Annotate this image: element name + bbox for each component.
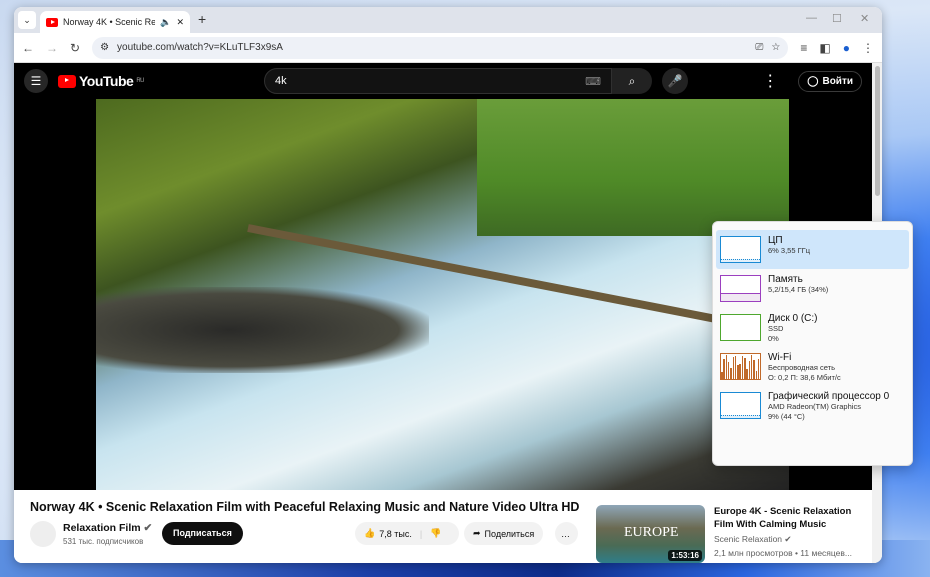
perf-detail: SSD	[768, 324, 784, 333]
perf-detail: 5,2/15,4 ГБ (34%)	[768, 285, 829, 294]
audio-icon[interactable]: 🔈	[160, 17, 171, 28]
bookmark-star-icon[interactable]: ☆	[771, 42, 780, 53]
youtube-logo[interactable]: YouTube RU	[58, 73, 144, 89]
perf-item[interactable]: Память 5,2/15,4 ГБ (34%)	[716, 269, 909, 308]
perf-graph	[720, 314, 761, 341]
maximize-button[interactable]: ☐	[832, 12, 842, 25]
perf-graph	[720, 236, 761, 263]
perf-graph	[720, 353, 761, 380]
graph-fill	[721, 292, 760, 301]
like-count[interactable]: 7,8 тыс.	[379, 529, 412, 539]
minimize-button[interactable]: —	[806, 12, 817, 24]
profile-icon[interactable]: ●	[843, 41, 850, 55]
video-frame-grass	[477, 99, 789, 236]
perf-item[interactable]: Wi-Fi Беспроводная сеть О: 0,2 П: 38,6 М…	[716, 347, 909, 386]
perf-item[interactable]: Диск 0 (C:) SSD 0%	[716, 308, 909, 347]
youtube-favicon-icon	[46, 17, 58, 27]
graph-fill	[721, 414, 760, 418]
tab-search-button[interactable]: ⌄	[18, 11, 36, 29]
dislike-icon[interactable]: 👎	[430, 528, 441, 539]
youtube-logo-icon	[58, 74, 76, 88]
recommended-meta: 2,1 млн просмотров • 11 месяцев...	[714, 548, 853, 558]
perf-detail: AMD Radeon(TM) Graphics	[768, 402, 861, 411]
recommended-thumbnail[interactable]: EUROPE 1:53:16	[596, 505, 705, 563]
perf-detail: Беспроводная сеть	[768, 363, 836, 372]
signin-label: Войти	[822, 75, 853, 87]
url-text[interactable]: youtube.com/watch?v=KLuTLF3x9sA	[117, 42, 283, 53]
verified-icon: ✔	[784, 534, 792, 544]
search-button[interactable]: ⌕	[611, 68, 652, 94]
perf-name: Wi-Fi	[768, 352, 792, 363]
graph-bar	[760, 355, 761, 379]
voice-search-icon[interactable]: 🎤	[661, 68, 688, 94]
close-window-button[interactable]: ✕	[860, 12, 869, 25]
perf-detail: 6% 3,55 ГГц	[768, 246, 811, 255]
subscriber-count: 531 тыс. подписчиков	[63, 537, 144, 546]
site-settings-icon[interactable]: ⚙	[100, 42, 109, 53]
graph-fill	[721, 259, 760, 262]
browser-menu-icon[interactable]: ⋮	[862, 41, 874, 55]
recommended-video[interactable]: EUROPE 1:53:16 Europe 4K - Scenic Relaxa…	[596, 505, 854, 563]
tab-title: Norway 4K • Scenic Relaxati	[63, 17, 156, 27]
channel-avatar[interactable]	[30, 521, 56, 547]
perf-detail-2: 0%	[768, 334, 779, 343]
tab-bar: ⌄ Norway 4K • Scenic Relaxati 🔈 ✕ + — ☐ …	[14, 7, 882, 33]
omnibox[interactable]: ⚙ youtube.com/watch?v=KLuTLF3x9sA ⎚ ☆	[92, 36, 789, 59]
perf-graph	[720, 392, 761, 419]
region-code: RU	[136, 78, 144, 84]
share-button[interactable]: ➦ Поделиться	[464, 522, 544, 545]
channel-name[interactable]: Relaxation Film ✔	[63, 522, 152, 534]
media-control-icon[interactable]: ≡	[800, 41, 807, 55]
install-app-icon[interactable]: ⎚	[755, 42, 763, 53]
like-icon[interactable]: 👍	[364, 528, 375, 539]
recommended-channel[interactable]: Scenic Relaxation ✔	[714, 534, 854, 545]
perf-graph	[720, 275, 761, 302]
perf-name: Память	[768, 274, 803, 285]
keyboard-icon[interactable]: ⌨	[585, 75, 601, 88]
hamburger-menu-icon[interactable]: ☰	[24, 69, 48, 93]
back-icon[interactable]: ←	[22, 41, 34, 55]
side-panel-icon[interactable]: ◧	[819, 41, 830, 55]
settings-menu-icon[interactable]: ⋮	[762, 71, 778, 91]
recommended-title[interactable]: Europe 4K - Scenic Relaxation Film With …	[714, 505, 854, 531]
forward-icon[interactable]: →	[46, 41, 58, 55]
share-label: Поделиться	[484, 528, 535, 539]
reload-icon[interactable]: ↻	[70, 41, 80, 55]
video-duration: 1:53:16	[668, 550, 702, 561]
video-frame-rock	[96, 286, 429, 373]
youtube-header: ☰ YouTube RU 4k ⌨ ⌕ 🎤 ⋮ ◯ Войти	[14, 63, 872, 99]
close-tab-icon[interactable]: ✕	[176, 17, 184, 28]
video-title: Norway 4K • Scenic Relaxation Film with …	[30, 500, 580, 514]
search-value[interactable]: 4k	[275, 75, 287, 87]
thumbnail-text: EUROPE	[624, 525, 679, 540]
channel-name-text[interactable]: Relaxation Film	[63, 522, 141, 534]
more-actions-button[interactable]: …	[555, 522, 578, 545]
video-details: Norway 4K • Scenic Relaxation Film with …	[14, 490, 872, 563]
perf-detail-2: О: 0,2 П: 38,6 Мбит/с	[768, 373, 841, 382]
address-bar-row: ← → ↻ ⚙ youtube.com/watch?v=KLuTLF3x9sA …	[14, 33, 882, 63]
perf-item[interactable]: ЦП 6% 3,55 ГГц	[716, 230, 909, 269]
perf-name: Диск 0 (C:)	[768, 313, 818, 324]
share-icon: ➦	[473, 528, 481, 538]
subscribe-button[interactable]: Подписаться	[162, 522, 243, 545]
perf-name: ЦП	[768, 235, 783, 246]
new-tab-button[interactable]: +	[198, 11, 206, 27]
verified-icon: ✔	[143, 522, 153, 534]
video-player[interactable]	[96, 99, 789, 490]
signin-button[interactable]: ◯ Войти	[798, 70, 862, 92]
task-manager-widget: ЦП 6% 3,55 ГГц Память 5,2/15,4 ГБ (34%) …	[712, 221, 913, 466]
perf-detail-2: 9% (44 °C)	[768, 412, 805, 421]
like-dislike-group: 👍 7,8 тыс. | 👎	[355, 522, 459, 545]
perf-name: Графический процессор 0	[768, 391, 890, 402]
account-icon: ◯	[807, 75, 819, 87]
recommended-channel-text[interactable]: Scenic Relaxation	[714, 534, 782, 544]
tab-active[interactable]: Norway 4K • Scenic Relaxati 🔈 ✕	[40, 11, 190, 33]
perf-item[interactable]: Графический процессор 0 AMD Radeon(TM) G…	[716, 386, 909, 425]
search-input[interactable]: 4k ⌨	[263, 68, 612, 94]
